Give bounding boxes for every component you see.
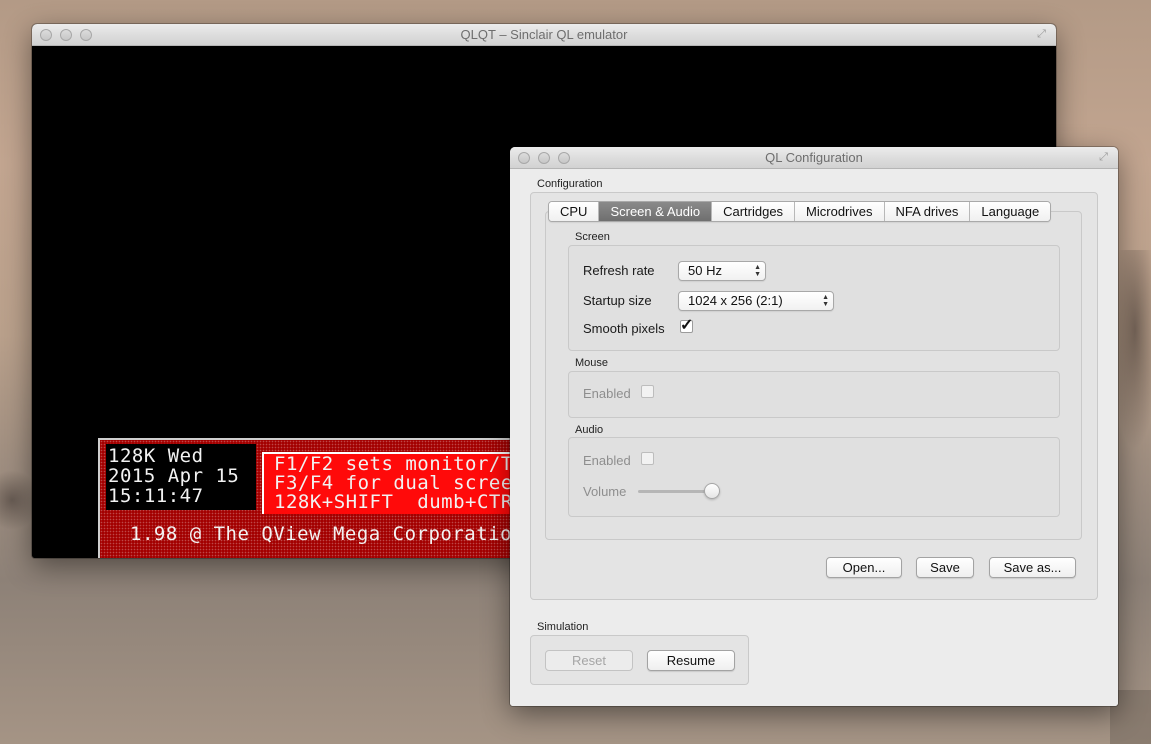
tab-cpu[interactable]: CPU [549, 202, 600, 221]
config-window-title: QL Configuration [765, 150, 863, 165]
tab-cartridges[interactable]: Cartridges [712, 202, 796, 221]
volume-slider-knob[interactable] [703, 483, 720, 499]
fullscreen-icon[interactable]: ⤢ [1035, 28, 1048, 41]
audio-enabled-label: Enabled [583, 453, 631, 468]
tab-microdrives[interactable]: Microdrives [795, 202, 885, 221]
config-body: Configuration CPU Screen & Audio Cartrid… [510, 169, 1118, 706]
configuration-group-label: Configuration [537, 178, 603, 190]
screen-group-label: Screen [575, 231, 610, 243]
resume-button[interactable]: Resume [647, 650, 735, 671]
config-titlebar[interactable]: QL Configuration ⤢ [510, 147, 1118, 169]
refresh-rate-label: Refresh rate [583, 263, 655, 278]
audio-group-label: Audio [575, 424, 604, 436]
ql-boot-panel: 128K Wed 2015 Apr 15 15:11:47 F1/F2 sets… [98, 438, 562, 558]
tab-nfa-drives[interactable]: NFA drives [884, 202, 971, 221]
ql-status-line-2: 2015 Apr 15 [108, 465, 240, 487]
config-window: QL Configuration ⤢ Configuration CPU Scr… [510, 147, 1118, 706]
startup-size-select[interactable]: 1024 x 256 (2:1) ▲ ▼ [678, 291, 834, 311]
ql-status-line-1: 128K Wed [108, 445, 204, 467]
audio-group [568, 437, 1060, 517]
smooth-pixels-checkbox[interactable]: ✓ [680, 317, 693, 334]
emulator-window-title: QLQT – Sinclair QL emulator [460, 27, 628, 42]
reset-button[interactable]: Reset [545, 650, 633, 671]
mouse-group-label: Mouse [575, 357, 609, 369]
config-tabs: CPU Screen & Audio Cartridges Microdrive… [548, 201, 1052, 222]
simulation-group-label: Simulation [537, 621, 589, 633]
checkmark-icon: ✓ [680, 317, 694, 334]
ql-status-line-3: 15:11:47 [108, 485, 204, 507]
smooth-pixels-label: Smooth pixels [583, 321, 665, 336]
ql-info-line-1: F1/F2 sets monitor/T [274, 453, 513, 475]
select-arrows-icon: ▲ ▼ [822, 294, 829, 308]
config-fullscreen-icon[interactable]: ⤢ [1097, 151, 1110, 164]
save-button[interactable]: Save [916, 557, 974, 578]
mouse-enabled-checkbox[interactable] [641, 385, 654, 398]
startup-size-label: Startup size [583, 293, 652, 308]
refresh-rate-value: 50 Hz [688, 263, 722, 278]
ql-info-line-3: 128K+SHIFT dumb+CTR [274, 491, 513, 513]
refresh-rate-select[interactable]: 50 Hz ▲ ▼ [678, 261, 766, 281]
ql-copyright-line: 1.98 @ The QView Mega Corporatio [130, 523, 513, 545]
startup-size-value: 1024 x 256 (2:1) [688, 293, 783, 308]
ql-status-box: 128K Wed 2015 Apr 15 15:11:47 [106, 444, 256, 510]
select-arrows-icon: ▲ ▼ [754, 264, 761, 278]
emulator-titlebar[interactable]: QLQT – Sinclair QL emulator ⤢ [32, 24, 1056, 46]
ql-info-line-2: F3/F4 for dual scree [274, 472, 513, 494]
audio-enabled-checkbox[interactable] [641, 452, 654, 465]
save-as-button[interactable]: Save as... [989, 557, 1076, 578]
volume-label: Volume [583, 484, 627, 499]
tab-language[interactable]: Language [970, 202, 1051, 221]
open-button[interactable]: Open... [826, 557, 902, 578]
mouse-enabled-label: Enabled [583, 386, 631, 401]
tab-screen-audio[interactable]: Screen & Audio [599, 202, 713, 221]
